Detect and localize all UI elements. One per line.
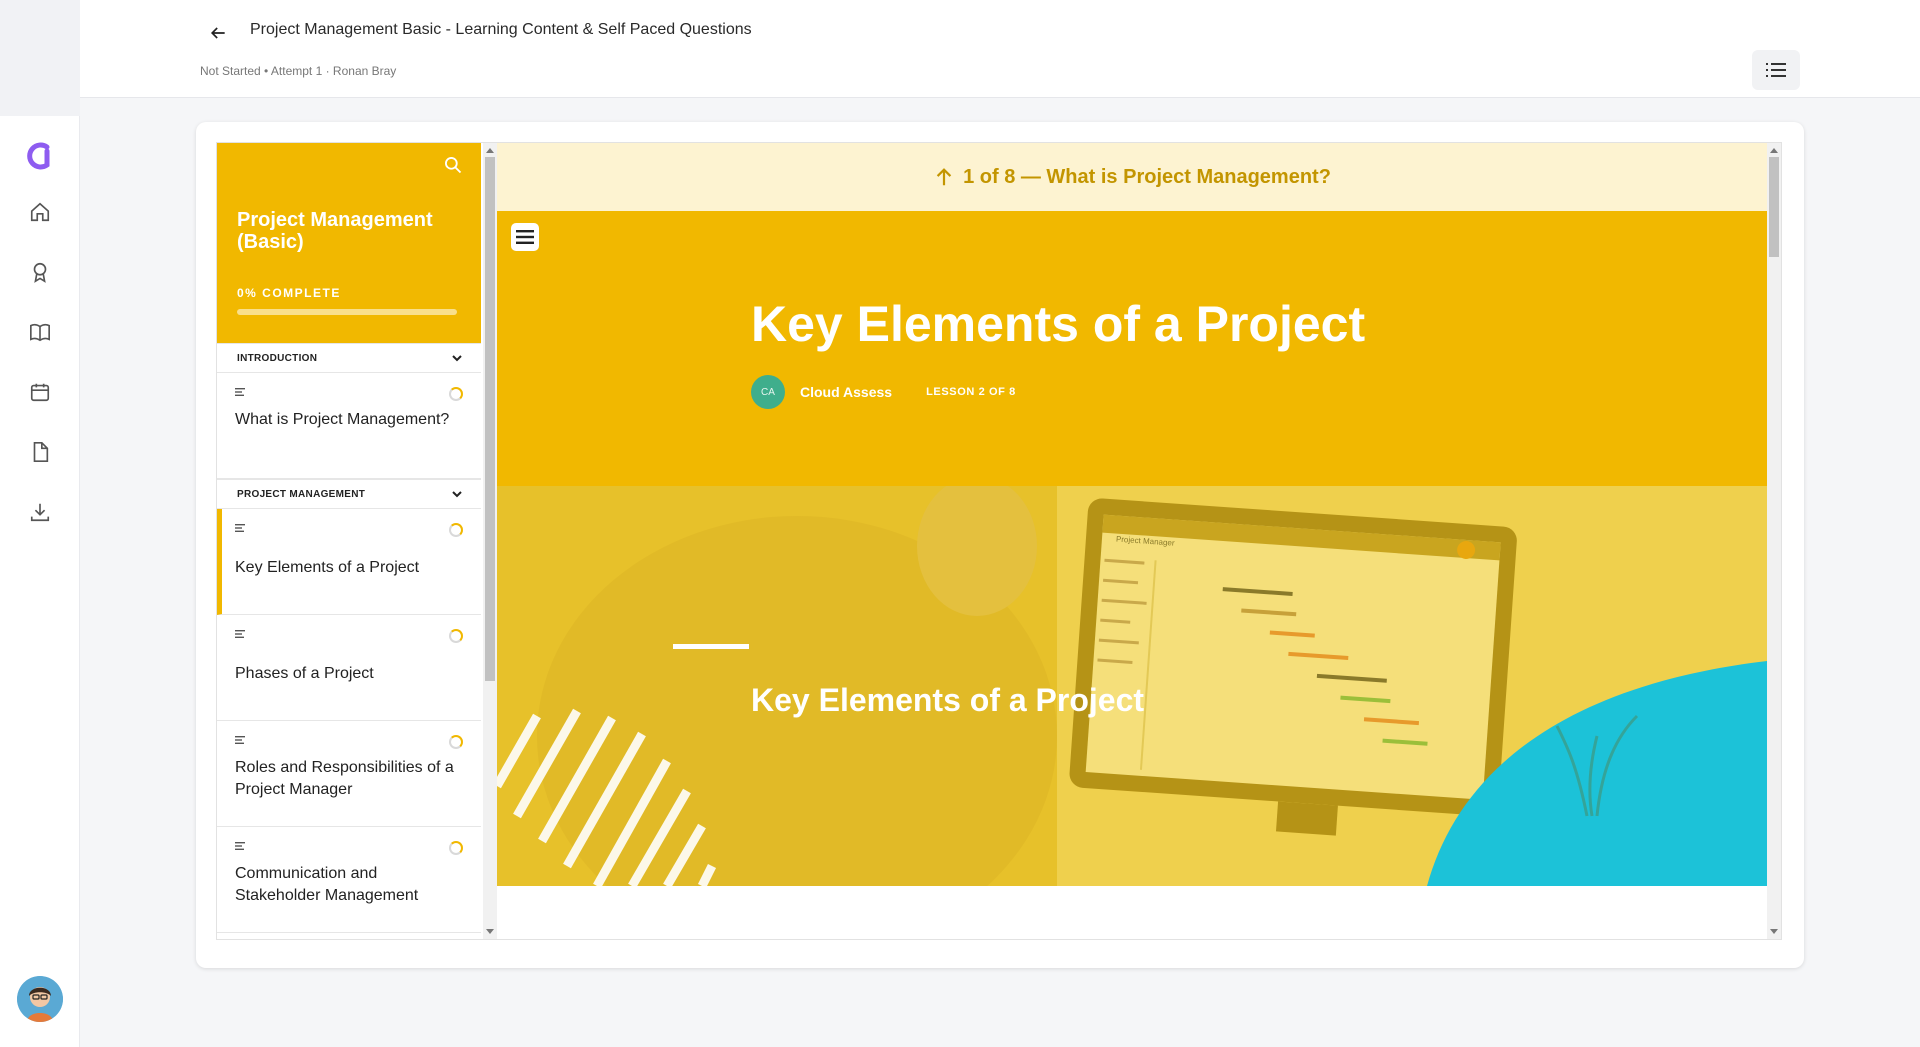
home-icon[interactable] xyxy=(24,196,56,228)
scrollbar-thumb[interactable] xyxy=(485,157,495,681)
lesson-name: What is Project Management? xyxy=(235,411,450,428)
lesson-counter: LESSON 2 OF 8 xyxy=(926,386,1016,398)
calendar-icon[interactable] xyxy=(24,376,56,408)
text-lines-icon xyxy=(235,388,245,396)
list-icon xyxy=(1766,63,1786,77)
menu-button[interactable] xyxy=(511,223,539,251)
lesson-name: Roles and Responsibilities of a Project … xyxy=(235,759,454,798)
section-introduction[interactable]: INTRODUCTION xyxy=(217,343,481,373)
lesson-item[interactable]: Phases of a Project xyxy=(217,615,481,721)
lesson-name: Key Elements of a Project xyxy=(235,559,420,576)
lesson-item-active[interactable]: Key Elements of a Project xyxy=(217,509,481,615)
text-lines-icon xyxy=(235,524,245,532)
lesson-name: Phases of a Project xyxy=(235,665,374,682)
download-icon[interactable] xyxy=(24,496,56,528)
lesson-hero: Key Elements of a Project CA Cloud Asses… xyxy=(497,211,1767,486)
lesson-item[interactable]: Roles and Responsibilities of a Project … xyxy=(217,721,481,827)
award-icon[interactable] xyxy=(24,256,56,288)
course-sidebar: Project Management (Basic) 0% COMPLETE I… xyxy=(217,143,481,939)
page-header: Project Management Basic - Learning Cont… xyxy=(80,0,1920,98)
progress-status-icon xyxy=(449,387,463,401)
app-logo-icon[interactable] xyxy=(22,138,58,174)
banner-rule xyxy=(673,644,749,649)
outline-toggle-button[interactable] xyxy=(1752,50,1800,90)
author-row: CA Cloud Assess LESSON 2 OF 8 xyxy=(751,375,1016,409)
scroll-down-icon[interactable] xyxy=(1770,929,1778,934)
previous-lesson-label: 1 of 8 — What is Project Management? xyxy=(963,165,1331,188)
lesson-item[interactable]: Communication and Stakeholder Management xyxy=(217,827,481,933)
progress-bar xyxy=(237,309,457,315)
progress-status-icon xyxy=(449,735,463,749)
scroll-up-icon[interactable] xyxy=(1770,148,1778,153)
progress-status-icon xyxy=(449,841,463,855)
progress-status-icon xyxy=(449,629,463,643)
attempt-meta: Not Started • Attempt 1 · Ronan Bray xyxy=(200,64,397,78)
arrow-left-icon xyxy=(210,27,225,39)
sidebar-header: Project Management (Basic) 0% COMPLETE xyxy=(217,143,481,343)
text-lines-icon xyxy=(235,630,245,638)
back-button[interactable] xyxy=(198,16,238,50)
scroll-up-icon[interactable] xyxy=(486,148,494,153)
text-lines-icon xyxy=(235,842,245,850)
lesson-title: Key Elements of a Project xyxy=(751,296,1366,352)
search-icon[interactable] xyxy=(443,155,465,177)
lesson-item[interactable]: What is Project Management? xyxy=(217,373,481,479)
author-avatar: CA xyxy=(751,375,785,409)
section-project-management[interactable]: PROJECT MANAGEMENT xyxy=(217,479,481,509)
lesson-name: Communication and Stakeholder Management xyxy=(235,865,419,904)
scrollbar-thumb[interactable] xyxy=(1769,157,1779,257)
text-lines-icon xyxy=(235,736,245,744)
chevron-down-icon xyxy=(452,491,462,498)
lesson-banner-image: Project Manager Key Elements of a Projec… xyxy=(497,486,1767,886)
scroll-down-icon[interactable] xyxy=(486,929,494,934)
course-title: Project Management (Basic) xyxy=(237,209,433,253)
hamburger-icon xyxy=(516,230,534,244)
global-nav xyxy=(0,116,80,1047)
course-frame: Project Management (Basic) 0% COMPLETE I… xyxy=(216,142,1782,940)
previous-lesson-link[interactable]: 1 of 8 — What is Project Management? xyxy=(497,143,1767,211)
user-avatar[interactable] xyxy=(17,976,63,1022)
section-label: PROJECT MANAGEMENT xyxy=(237,489,366,500)
progress-label: 0% COMPLETE xyxy=(237,286,341,300)
banner-title: Key Elements of a Project xyxy=(751,682,1145,718)
book-icon[interactable] xyxy=(24,316,56,348)
file-icon[interactable] xyxy=(24,436,56,468)
course-card: Project Management (Basic) 0% COMPLETE I… xyxy=(196,122,1804,968)
arrow-up-icon xyxy=(936,168,952,186)
content-scrollbar[interactable] xyxy=(1767,143,1781,939)
rail-top-spacer xyxy=(0,0,80,116)
sidebar-scrollbar[interactable] xyxy=(483,143,497,939)
section-label: INTRODUCTION xyxy=(237,353,318,364)
progress-status-icon xyxy=(449,523,463,537)
author-name: Cloud Assess xyxy=(800,384,893,400)
lesson-content: 1 of 8 — What is Project Management? Key… xyxy=(497,143,1767,939)
chevron-down-icon xyxy=(452,355,462,362)
page-title: Project Management Basic - Learning Cont… xyxy=(250,21,752,38)
